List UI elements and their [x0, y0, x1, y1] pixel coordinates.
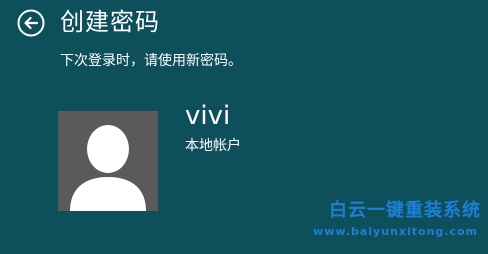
- watermark-logo-text: 白云一键重装系统: [329, 200, 481, 221]
- account-type-label: 本地帐户: [185, 138, 241, 154]
- back-button[interactable]: [17, 9, 45, 37]
- page-title: 创建密码: [60, 8, 160, 36]
- back-arrow-icon: [17, 9, 45, 37]
- avatar: [58, 111, 158, 211]
- default-user-avatar-icon: [70, 125, 146, 211]
- watermark-url: www.baiyunxitong.com: [313, 225, 478, 238]
- instruction-text: 下次登录时，请使用新密码。: [60, 53, 242, 69]
- user-name: vivi: [185, 101, 231, 131]
